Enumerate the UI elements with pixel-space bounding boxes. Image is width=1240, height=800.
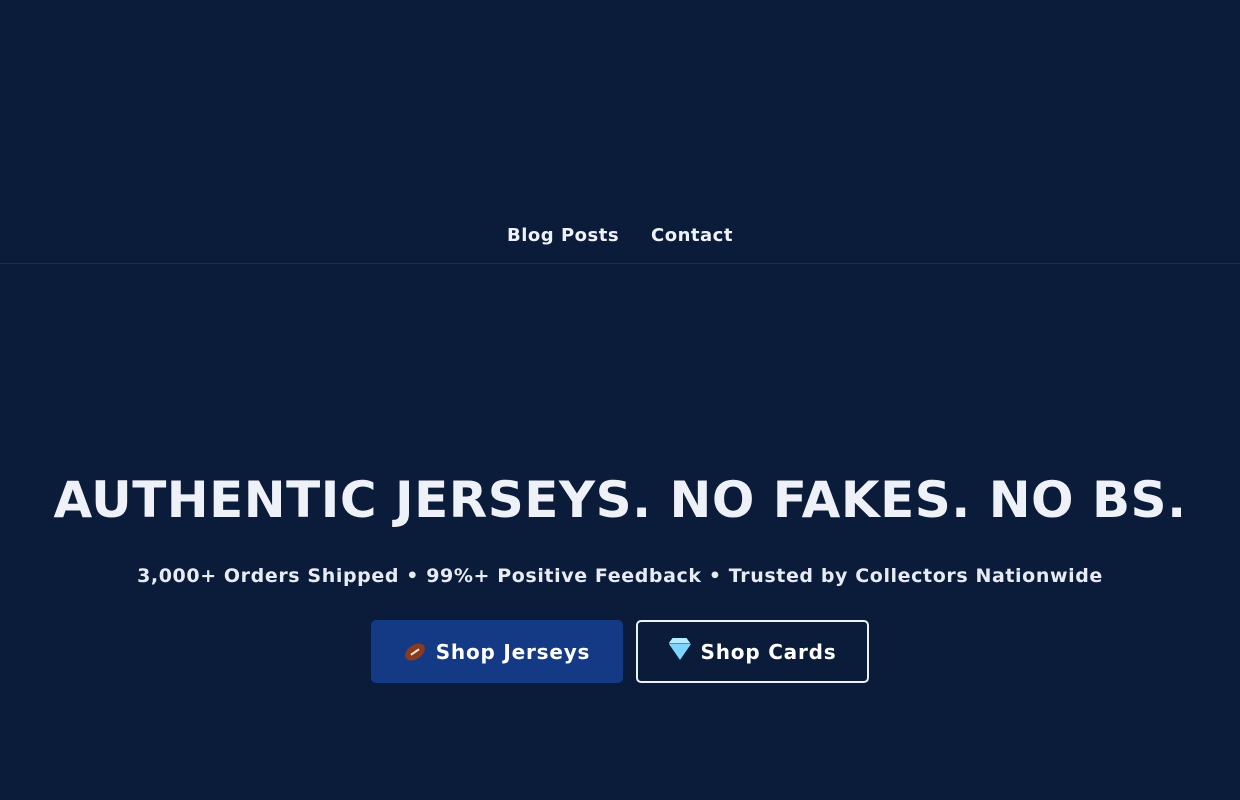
cta-row: Shop Jerseys Shop Cards — [0, 620, 1240, 683]
hero-subhead: 3,000+ Orders Shipped • 99%+ Positive Fe… — [137, 565, 1103, 587]
site-header: Blog Posts Contact — [0, 0, 1240, 264]
shop-cards-label: Shop Cards — [700, 639, 837, 664]
nav-link-contact[interactable]: Contact — [651, 222, 733, 250]
hero-headline: AUTHENTIC JERSEYS. NO FAKES. NO BS. — [53, 471, 1187, 529]
hero-section: AUTHENTIC JERSEYS. NO FAKES. NO BS. 3,00… — [0, 264, 1240, 800]
shop-jerseys-label: Shop Jerseys — [435, 639, 591, 664]
gem-icon — [668, 643, 691, 660]
main-nav: Blog Posts Contact — [0, 222, 1240, 250]
shop-jerseys-button[interactable]: Shop Jerseys — [371, 620, 623, 683]
football-icon — [401, 639, 428, 664]
page: Blog Posts Contact AUTHENTIC JERSEYS. NO… — [0, 0, 1240, 800]
shop-cards-button[interactable]: Shop Cards — [636, 620, 869, 683]
nav-link-blog-posts[interactable]: Blog Posts — [507, 222, 619, 250]
